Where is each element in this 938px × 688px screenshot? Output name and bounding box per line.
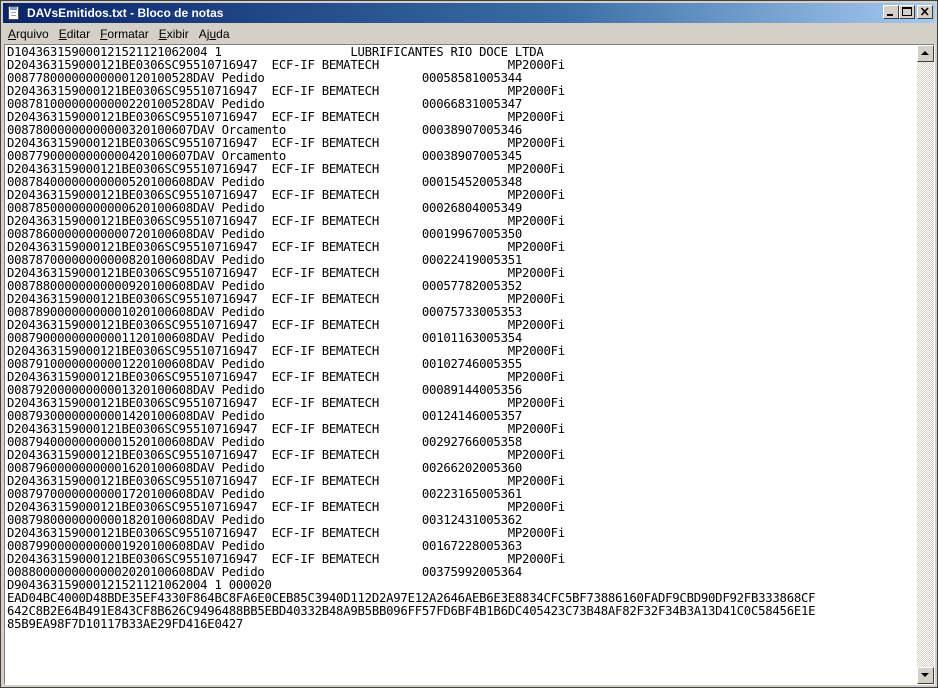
- menu-ajuda[interactable]: Ajuda: [194, 27, 235, 41]
- menu-arquivo[interactable]: Arquivo: [3, 27, 54, 41]
- close-icon: [920, 7, 929, 16]
- menu-formatar[interactable]: Formatar: [95, 27, 154, 41]
- text-editor[interactable]: D104363159000121521121062004 1 LUBRIFICA…: [4, 44, 935, 685]
- arrow-up-icon: [921, 51, 929, 55]
- close-button[interactable]: [917, 5, 933, 19]
- text-line[interactable]: 85B9EA98F7D10117B33AE29FD416E0427: [7, 618, 917, 631]
- minimize-icon: [887, 14, 893, 16]
- window-controls: [883, 5, 933, 19]
- title-bar[interactable]: DAVsEmitidos.txt - Bloco de notas: [3, 3, 935, 23]
- document-text[interactable]: D104363159000121521121062004 1 LUBRIFICA…: [7, 46, 917, 682]
- maximize-icon: [902, 7, 912, 16]
- vertical-scrollbar[interactable]: [917, 45, 934, 684]
- scroll-down-button[interactable]: [917, 667, 934, 684]
- menu-exibir[interactable]: Exibir: [154, 27, 194, 41]
- notepad-icon[interactable]: [6, 5, 22, 21]
- maximize-button[interactable]: [899, 5, 915, 19]
- notepad-window: DAVsEmitidos.txt - Bloco de notas Arquiv…: [0, 0, 938, 688]
- window-title: DAVsEmitidos.txt - Bloco de notas: [27, 6, 224, 20]
- arrow-down-icon: [921, 673, 929, 677]
- menu-editar[interactable]: Editar: [54, 27, 95, 41]
- minimize-button[interactable]: [883, 5, 899, 19]
- menu-bar: Arquivo Editar Formatar Exibir Ajuda: [3, 24, 935, 43]
- scroll-up-button[interactable]: [917, 45, 934, 62]
